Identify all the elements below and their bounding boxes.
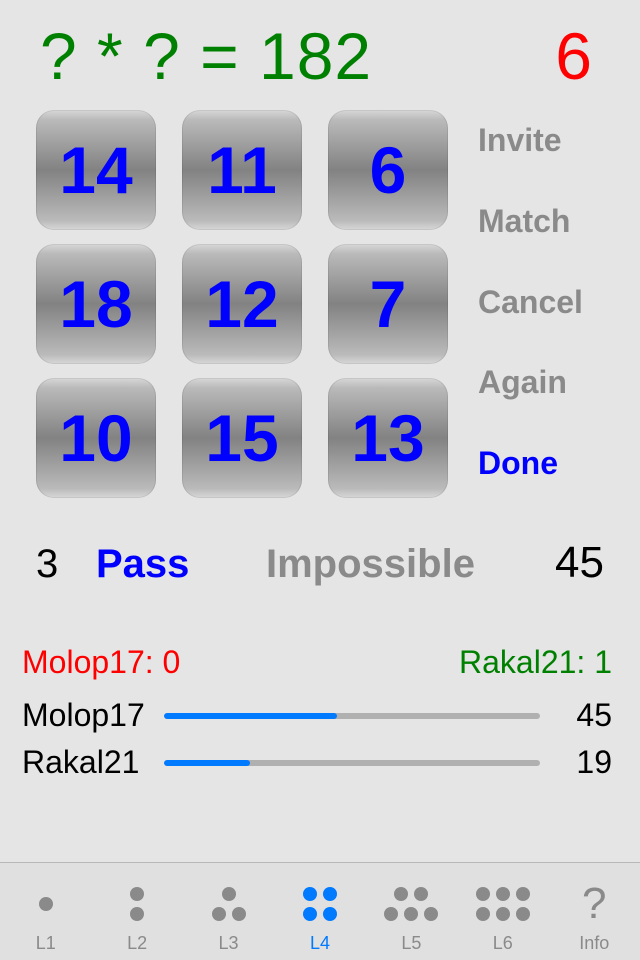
player2-score-header: Rakal21: 1 [459, 644, 612, 681]
player2-row: Rakal21 19 [22, 744, 612, 781]
status-total: 45 [555, 538, 604, 588]
player1-value: 45 [554, 697, 612, 734]
tile-5[interactable]: 7 [328, 244, 448, 364]
tile-4[interactable]: 12 [182, 244, 302, 364]
sidebar-again[interactable]: Again [478, 358, 620, 407]
player1-score-header: Molop17: 0 [22, 644, 180, 681]
status-count: 3 [36, 542, 96, 587]
status-row: 3 Pass Impossible 45 [0, 498, 640, 608]
player1-bar-fill [164, 713, 337, 719]
tile-7[interactable]: 15 [182, 378, 302, 498]
tile-6[interactable]: 10 [36, 378, 156, 498]
pass-button[interactable]: Pass [96, 542, 266, 587]
player1-row: Molop17 45 [22, 697, 612, 734]
tab-l2-label: L2 [127, 933, 147, 954]
tab-l6-label: L6 [493, 933, 513, 954]
dots-icon [212, 879, 246, 929]
dots-icon [476, 879, 530, 929]
main-area: 14 11 6 18 12 7 10 15 13 Invite Match Ca… [0, 104, 640, 498]
scores-panel: Molop17: 0 Rakal21: 1 Molop17 45 Rakal21… [0, 608, 640, 781]
dots-icon [39, 879, 53, 929]
sidebar-done[interactable]: Done [478, 439, 620, 488]
sidebar-invite[interactable]: Invite [478, 116, 620, 165]
tab-info[interactable]: ? Info [549, 863, 640, 960]
equation-text: ? * ? = 182 [40, 18, 555, 94]
tile-3[interactable]: 18 [36, 244, 156, 364]
sidebar-cancel[interactable]: Cancel [478, 278, 620, 327]
player2-bar [164, 760, 540, 766]
tile-8[interactable]: 13 [328, 378, 448, 498]
tab-l5[interactable]: L5 [366, 863, 457, 960]
tab-l2[interactable]: L2 [91, 863, 182, 960]
sidebar-match[interactable]: Match [478, 197, 620, 246]
header: ? * ? = 182 6 [0, 0, 640, 104]
tab-l4[interactable]: L4 [274, 863, 365, 960]
score-headers: Molop17: 0 Rakal21: 1 [22, 644, 612, 681]
tile-2[interactable]: 6 [328, 110, 448, 230]
tile-0[interactable]: 14 [36, 110, 156, 230]
tile-1[interactable]: 11 [182, 110, 302, 230]
player2-value: 19 [554, 744, 612, 781]
dots-icon [130, 879, 144, 929]
player2-name: Rakal21 [22, 744, 150, 781]
tab-l1[interactable]: L1 [0, 863, 91, 960]
player2-bar-fill [164, 760, 250, 766]
tab-l4-label: L4 [310, 933, 330, 954]
player1-name: Molop17 [22, 697, 150, 734]
tab-bar: L1 L2 L3 L4 L5 L6 ? [0, 862, 640, 960]
number-grid: 14 11 6 18 12 7 10 15 13 [36, 110, 448, 498]
sidebar: Invite Match Cancel Again Done [478, 110, 620, 498]
question-mark-icon: ? [582, 879, 606, 929]
dots-icon [384, 879, 438, 929]
dots-icon [303, 879, 337, 929]
tab-info-label: Info [579, 933, 609, 954]
tab-l6[interactable]: L6 [457, 863, 548, 960]
tab-l5-label: L5 [401, 933, 421, 954]
impossible-button[interactable]: Impossible [266, 542, 555, 587]
tab-l1-label: L1 [36, 933, 56, 954]
tab-l3-label: L3 [219, 933, 239, 954]
player1-bar [164, 713, 540, 719]
timer-value: 6 [555, 18, 600, 94]
tab-l3[interactable]: L3 [183, 863, 274, 960]
